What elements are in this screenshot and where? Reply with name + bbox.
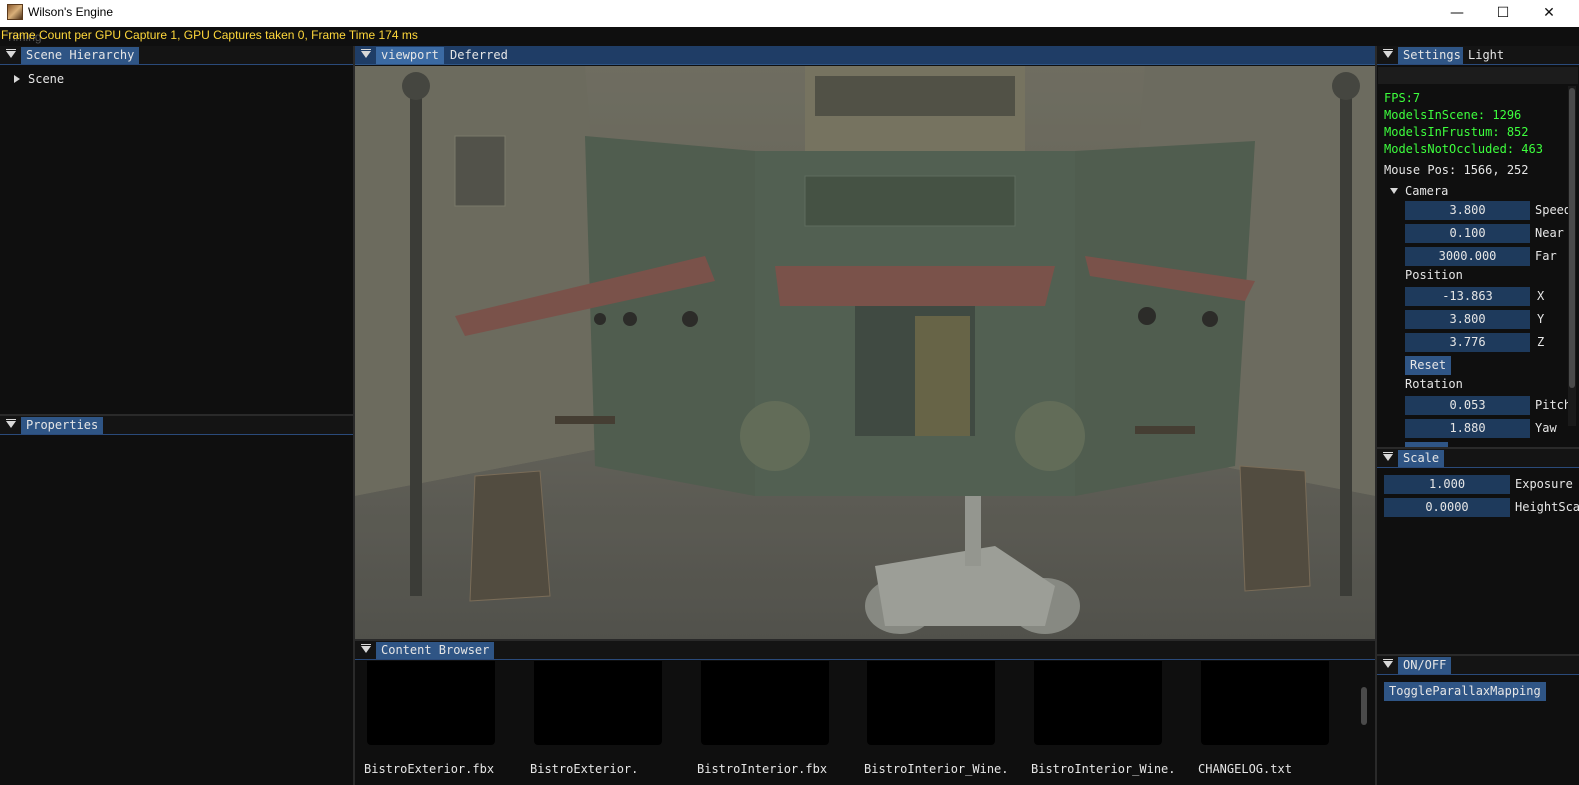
app-icon xyxy=(7,4,23,20)
camera-header-label: Camera xyxy=(1405,184,1449,198)
height-scale-field[interactable]: 0.0000 xyxy=(1384,498,1510,517)
scale-panel: Scale 1.000 Exposure 0.0000 HeightScale xyxy=(1377,449,1579,654)
rotation-yaw-field[interactable]: 1.880 xyxy=(1405,419,1530,438)
properties-panel: Properties xyxy=(0,416,353,785)
tree-expand-icon[interactable] xyxy=(14,75,20,83)
minimize-button[interactable]: — xyxy=(1437,2,1477,24)
viewport-header: viewport Deferred xyxy=(355,46,1375,65)
tree-collapse-icon[interactable] xyxy=(1390,188,1398,194)
fps-label: FPS:7 xyxy=(1384,91,1421,105)
position-x-field[interactable]: -13.863 xyxy=(1405,287,1530,306)
close-icon: ✕ xyxy=(1543,5,1555,21)
content-browser-panel: Content Browser BistroExterior.fbx Bistr… xyxy=(355,641,1375,785)
tab-properties[interactable]: Properties xyxy=(21,417,104,434)
tab-deferred[interactable]: Deferred xyxy=(445,47,513,64)
collapse-arrow-icon[interactable] xyxy=(6,49,16,58)
title-bar: Wilson's Engine — ☐ ✕ xyxy=(0,0,1579,27)
scale-header: Scale xyxy=(1377,449,1579,468)
tab-onoff[interactable]: ON/OFF xyxy=(1398,657,1452,674)
gpu-info-bar: Timing Frame Count per GPU Capture 1, GP… xyxy=(0,27,1579,46)
tab-scene-hierarchy[interactable]: Scene Hierarchy xyxy=(21,47,140,64)
file-label[interactable]: BistroInterior_Wine. xyxy=(1031,762,1176,776)
viewport-render[interactable] xyxy=(355,66,1375,639)
position-y-field[interactable]: 3.800 xyxy=(1405,310,1530,329)
position-z-label: Z xyxy=(1537,335,1545,349)
tab-content-browser[interactable]: Content Browser xyxy=(376,642,495,659)
content-browser-header: Content Browser xyxy=(355,641,1375,660)
maximize-button[interactable]: ☐ xyxy=(1483,2,1523,24)
collapse-arrow-icon[interactable] xyxy=(1383,659,1393,668)
maximize-icon: ☐ xyxy=(1496,5,1510,21)
collapse-arrow-icon[interactable] xyxy=(1383,49,1393,58)
window-title: Wilson's Engine xyxy=(28,5,113,19)
settings-panel: Settings Light FPS:7 ModelsInScene: 1296… xyxy=(1377,46,1579,448)
height-scale-label: HeightScale xyxy=(1515,500,1579,514)
tab-settings[interactable]: Settings xyxy=(1398,47,1466,64)
tab-viewport[interactable]: viewport xyxy=(376,47,444,64)
settings-scrollbar-track[interactable] xyxy=(1568,86,1576,426)
onoff-panel: ON/OFF ToggleParallaxMapping xyxy=(1377,656,1579,785)
collapse-arrow-icon[interactable] xyxy=(6,419,16,428)
file-thumbnail[interactable] xyxy=(1201,661,1329,745)
rendered-scene-image xyxy=(355,66,1375,639)
close-button[interactable]: ✕ xyxy=(1529,2,1569,24)
position-section-label: Position xyxy=(1405,268,1463,282)
properties-header: Properties xyxy=(0,416,353,435)
rotation-pitch-field[interactable]: 0.053 xyxy=(1405,396,1530,415)
models-in-frustum-label: ModelsInFrustum: 852 xyxy=(1384,125,1529,139)
collapse-arrow-icon[interactable] xyxy=(361,644,371,653)
reset-button[interactable]: Reset xyxy=(1405,356,1452,375)
content-browser-grid: BistroExterior.fbx BistroExterior. Bistr… xyxy=(355,661,1375,785)
collapse-arrow-icon[interactable] xyxy=(361,49,371,58)
tree-item-label: Scene xyxy=(28,72,65,86)
collapse-arrow-icon[interactable] xyxy=(1383,452,1393,461)
mouse-pos-label: Mouse Pos: 1566, 252 xyxy=(1384,163,1529,177)
file-label[interactable]: BistroExterior. xyxy=(530,762,638,776)
file-thumbnail[interactable] xyxy=(1034,661,1162,745)
onoff-header: ON/OFF xyxy=(1377,656,1579,675)
tab-scale[interactable]: Scale xyxy=(1398,450,1445,467)
content-browser-scrollbar[interactable] xyxy=(1361,687,1367,725)
toggle-parallax-mapping-button[interactable]: ToggleParallaxMapping xyxy=(1384,682,1546,701)
camera-far-field[interactable]: 3000.000 xyxy=(1405,247,1530,266)
camera-speed-field[interactable]: 3.800 xyxy=(1405,201,1530,220)
file-label[interactable]: BistroExterior.fbx xyxy=(364,762,494,776)
tab-light[interactable]: Light xyxy=(1463,47,1510,64)
minimize-icon: — xyxy=(1450,5,1464,21)
file-thumbnail[interactable] xyxy=(534,661,662,745)
file-label[interactable]: BistroInterior.fbx xyxy=(697,762,827,776)
file-label[interactable]: BistroInterior_Wine. xyxy=(864,762,1009,776)
position-z-field[interactable]: 3.776 xyxy=(1405,333,1530,352)
gpu-info-text: Frame Count per GPU Capture 1, GPU Captu… xyxy=(1,28,418,42)
exposure-field[interactable]: 1.000 xyxy=(1384,475,1510,494)
position-x-label: X xyxy=(1537,289,1545,303)
settings-scrollbar-thumb[interactable] xyxy=(1569,88,1575,388)
rotation-section-label: Rotation xyxy=(1405,377,1463,391)
position-y-label: Y xyxy=(1537,312,1545,326)
exposure-label: Exposure xyxy=(1515,477,1573,491)
file-thumbnail[interactable] xyxy=(867,661,995,745)
file-label[interactable]: CHANGELOG.txt xyxy=(1198,762,1292,776)
models-not-occluded-label: ModelsNotOccluded: 463 xyxy=(1384,142,1543,156)
models-in-scene-label: ModelsInScene: 1296 xyxy=(1384,108,1522,122)
scene-hierarchy-panel: Scene Hierarchy Scene xyxy=(0,46,353,414)
scene-hierarchy-header: Scene Hierarchy xyxy=(0,46,353,65)
file-thumbnail[interactable] xyxy=(367,661,495,745)
settings-header: Settings Light xyxy=(1377,46,1579,65)
settings-toolbar-strip xyxy=(1378,67,1578,84)
camera-near-field[interactable]: 0.100 xyxy=(1405,224,1530,243)
file-thumbnail[interactable] xyxy=(701,661,829,745)
